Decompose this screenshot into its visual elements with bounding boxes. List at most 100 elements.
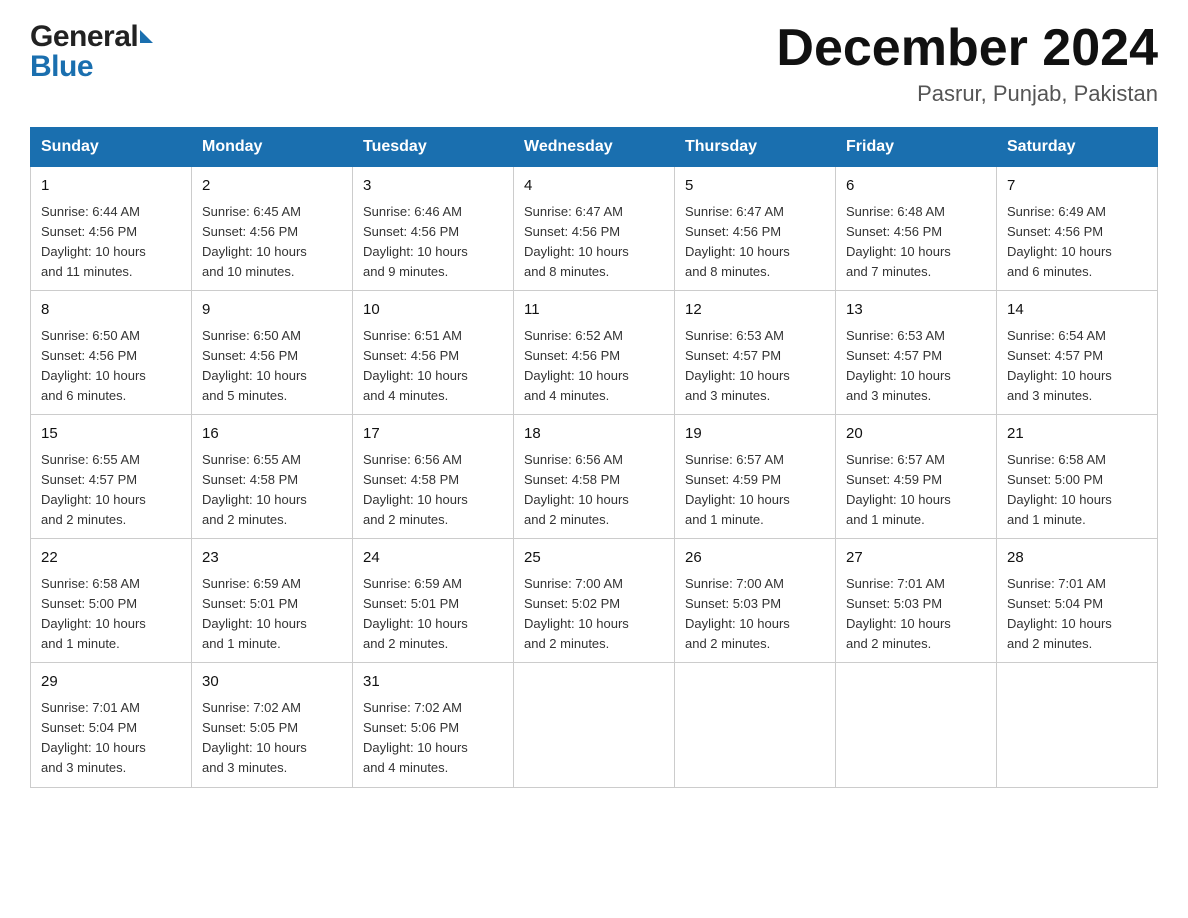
calendar-header-thursday: Thursday: [675, 128, 836, 167]
day-info: Sunrise: 6:45 AMSunset: 4:56 PMDaylight:…: [202, 204, 307, 279]
logo-blue-text: Blue: [30, 50, 93, 84]
day-info: Sunrise: 6:59 AMSunset: 5:01 PMDaylight:…: [363, 576, 468, 651]
calendar-cell: 10 Sunrise: 6:51 AMSunset: 4:56 PMDaylig…: [353, 291, 514, 415]
day-info: Sunrise: 6:58 AMSunset: 5:00 PMDaylight:…: [41, 576, 146, 651]
calendar-cell: 8 Sunrise: 6:50 AMSunset: 4:56 PMDayligh…: [31, 291, 192, 415]
calendar-cell: 6 Sunrise: 6:48 AMSunset: 4:56 PMDayligh…: [836, 167, 997, 291]
day-number: 17: [363, 423, 503, 446]
calendar-title: December 2024: [776, 20, 1158, 77]
calendar-header-friday: Friday: [836, 128, 997, 167]
day-number: 13: [846, 299, 986, 322]
calendar-week-row: 1 Sunrise: 6:44 AMSunset: 4:56 PMDayligh…: [31, 167, 1158, 291]
calendar-cell: 23 Sunrise: 6:59 AMSunset: 5:01 PMDaylig…: [192, 539, 353, 663]
day-info: Sunrise: 6:51 AMSunset: 4:56 PMDaylight:…: [363, 328, 468, 403]
calendar-week-row: 29 Sunrise: 7:01 AMSunset: 5:04 PMDaylig…: [31, 663, 1158, 787]
day-number: 2: [202, 175, 342, 198]
calendar-cell: 28 Sunrise: 7:01 AMSunset: 5:04 PMDaylig…: [997, 539, 1158, 663]
day-info: Sunrise: 6:57 AMSunset: 4:59 PMDaylight:…: [685, 452, 790, 527]
calendar-week-row: 15 Sunrise: 6:55 AMSunset: 4:57 PMDaylig…: [31, 415, 1158, 539]
calendar-week-row: 8 Sunrise: 6:50 AMSunset: 4:56 PMDayligh…: [31, 291, 1158, 415]
logo-triangle-icon: [140, 30, 153, 43]
day-number: 11: [524, 299, 664, 322]
day-info: Sunrise: 6:53 AMSunset: 4:57 PMDaylight:…: [685, 328, 790, 403]
day-info: Sunrise: 6:56 AMSunset: 4:58 PMDaylight:…: [363, 452, 468, 527]
calendar-week-row: 22 Sunrise: 6:58 AMSunset: 5:00 PMDaylig…: [31, 539, 1158, 663]
calendar-cell: 14 Sunrise: 6:54 AMSunset: 4:57 PMDaylig…: [997, 291, 1158, 415]
calendar-table: SundayMondayTuesdayWednesdayThursdayFrid…: [30, 127, 1158, 787]
calendar-cell: 30 Sunrise: 7:02 AMSunset: 5:05 PMDaylig…: [192, 663, 353, 787]
calendar-cell: 21 Sunrise: 6:58 AMSunset: 5:00 PMDaylig…: [997, 415, 1158, 539]
day-info: Sunrise: 6:58 AMSunset: 5:00 PMDaylight:…: [1007, 452, 1112, 527]
calendar-cell: 12 Sunrise: 6:53 AMSunset: 4:57 PMDaylig…: [675, 291, 836, 415]
day-number: 19: [685, 423, 825, 446]
day-number: 31: [363, 671, 503, 694]
day-number: 10: [363, 299, 503, 322]
day-number: 26: [685, 547, 825, 570]
calendar-header-wednesday: Wednesday: [514, 128, 675, 167]
day-number: 3: [363, 175, 503, 198]
day-number: 12: [685, 299, 825, 322]
day-info: Sunrise: 6:59 AMSunset: 5:01 PMDaylight:…: [202, 576, 307, 651]
calendar-cell: 27 Sunrise: 7:01 AMSunset: 5:03 PMDaylig…: [836, 539, 997, 663]
calendar-cell: 7 Sunrise: 6:49 AMSunset: 4:56 PMDayligh…: [997, 167, 1158, 291]
day-number: 28: [1007, 547, 1147, 570]
day-info: Sunrise: 6:55 AMSunset: 4:58 PMDaylight:…: [202, 452, 307, 527]
day-info: Sunrise: 6:46 AMSunset: 4:56 PMDaylight:…: [363, 204, 468, 279]
day-info: Sunrise: 6:48 AMSunset: 4:56 PMDaylight:…: [846, 204, 951, 279]
page-header: General Blue December 2024 Pasrur, Punja…: [30, 20, 1158, 107]
calendar-cell: [997, 663, 1158, 787]
day-info: Sunrise: 6:50 AMSunset: 4:56 PMDaylight:…: [41, 328, 146, 403]
calendar-cell: [675, 663, 836, 787]
day-number: 29: [41, 671, 181, 694]
day-info: Sunrise: 6:44 AMSunset: 4:56 PMDaylight:…: [41, 204, 146, 279]
day-number: 24: [363, 547, 503, 570]
day-number: 7: [1007, 175, 1147, 198]
day-info: Sunrise: 6:52 AMSunset: 4:56 PMDaylight:…: [524, 328, 629, 403]
day-info: Sunrise: 6:47 AMSunset: 4:56 PMDaylight:…: [524, 204, 629, 279]
day-info: Sunrise: 6:56 AMSunset: 4:58 PMDaylight:…: [524, 452, 629, 527]
calendar-cell: 29 Sunrise: 7:01 AMSunset: 5:04 PMDaylig…: [31, 663, 192, 787]
day-number: 18: [524, 423, 664, 446]
day-info: Sunrise: 6:53 AMSunset: 4:57 PMDaylight:…: [846, 328, 951, 403]
day-number: 5: [685, 175, 825, 198]
day-number: 20: [846, 423, 986, 446]
day-number: 30: [202, 671, 342, 694]
calendar-cell: 26 Sunrise: 7:00 AMSunset: 5:03 PMDaylig…: [675, 539, 836, 663]
calendar-header-saturday: Saturday: [997, 128, 1158, 167]
day-number: 16: [202, 423, 342, 446]
calendar-cell: 9 Sunrise: 6:50 AMSunset: 4:56 PMDayligh…: [192, 291, 353, 415]
day-info: Sunrise: 7:02 AMSunset: 5:06 PMDaylight:…: [363, 700, 468, 775]
calendar-cell: 22 Sunrise: 6:58 AMSunset: 5:00 PMDaylig…: [31, 539, 192, 663]
day-number: 9: [202, 299, 342, 322]
day-number: 1: [41, 175, 181, 198]
day-info: Sunrise: 7:01 AMSunset: 5:03 PMDaylight:…: [846, 576, 951, 651]
calendar-cell: 4 Sunrise: 6:47 AMSunset: 4:56 PMDayligh…: [514, 167, 675, 291]
day-info: Sunrise: 6:57 AMSunset: 4:59 PMDaylight:…: [846, 452, 951, 527]
calendar-cell: 3 Sunrise: 6:46 AMSunset: 4:56 PMDayligh…: [353, 167, 514, 291]
day-info: Sunrise: 6:55 AMSunset: 4:57 PMDaylight:…: [41, 452, 146, 527]
calendar-cell: 11 Sunrise: 6:52 AMSunset: 4:56 PMDaylig…: [514, 291, 675, 415]
calendar-cell: [836, 663, 997, 787]
logo: General Blue: [30, 20, 153, 84]
day-info: Sunrise: 6:54 AMSunset: 4:57 PMDaylight:…: [1007, 328, 1112, 403]
calendar-cell: 24 Sunrise: 6:59 AMSunset: 5:01 PMDaylig…: [353, 539, 514, 663]
day-number: 23: [202, 547, 342, 570]
calendar-cell: 2 Sunrise: 6:45 AMSunset: 4:56 PMDayligh…: [192, 167, 353, 291]
day-info: Sunrise: 7:01 AMSunset: 5:04 PMDaylight:…: [41, 700, 146, 775]
day-number: 6: [846, 175, 986, 198]
calendar-cell: 19 Sunrise: 6:57 AMSunset: 4:59 PMDaylig…: [675, 415, 836, 539]
day-number: 21: [1007, 423, 1147, 446]
calendar-header-tuesday: Tuesday: [353, 128, 514, 167]
day-number: 8: [41, 299, 181, 322]
day-number: 4: [524, 175, 664, 198]
calendar-cell: 17 Sunrise: 6:56 AMSunset: 4:58 PMDaylig…: [353, 415, 514, 539]
day-number: 14: [1007, 299, 1147, 322]
day-info: Sunrise: 6:49 AMSunset: 4:56 PMDaylight:…: [1007, 204, 1112, 279]
calendar-header-row: SundayMondayTuesdayWednesdayThursdayFrid…: [31, 128, 1158, 167]
calendar-cell: 16 Sunrise: 6:55 AMSunset: 4:58 PMDaylig…: [192, 415, 353, 539]
calendar-cell: 1 Sunrise: 6:44 AMSunset: 4:56 PMDayligh…: [31, 167, 192, 291]
day-info: Sunrise: 6:47 AMSunset: 4:56 PMDaylight:…: [685, 204, 790, 279]
day-info: Sunrise: 6:50 AMSunset: 4:56 PMDaylight:…: [202, 328, 307, 403]
calendar-cell: [514, 663, 675, 787]
calendar-cell: 25 Sunrise: 7:00 AMSunset: 5:02 PMDaylig…: [514, 539, 675, 663]
